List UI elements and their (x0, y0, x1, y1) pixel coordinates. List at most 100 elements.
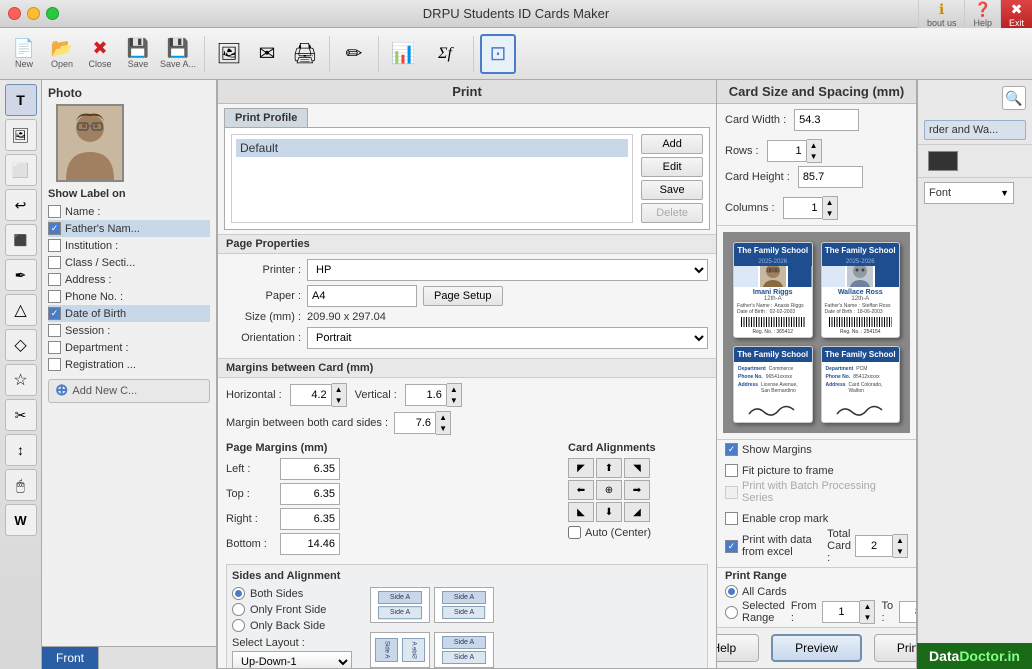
registration-checkbox[interactable] (48, 358, 61, 371)
from-down-btn[interactable]: ▼ (860, 612, 874, 623)
sidebar-word-icon[interactable]: W (5, 504, 37, 536)
color-swatch[interactable] (928, 151, 958, 171)
help-top-button[interactable]: ❓ Help (964, 0, 1000, 28)
page-setup-button[interactable]: Page Setup (423, 286, 503, 306)
selected-range-radio[interactable]: Selected Range (725, 600, 785, 624)
align-mc-btn[interactable]: ⊕ (596, 480, 622, 500)
margin-both-input[interactable] (394, 412, 436, 434)
sidebar-cursor-icon[interactable]: 🖱 (5, 469, 37, 501)
sidebar-star-icon[interactable]: ☆ (5, 364, 37, 396)
sidebar-cut-icon[interactable]: ✂ (5, 399, 37, 431)
orientation-select[interactable]: Portrait (307, 327, 708, 349)
department-checkbox[interactable] (48, 341, 61, 354)
address-checkbox[interactable] (48, 273, 61, 286)
columns-input[interactable] (783, 197, 823, 219)
card-width-input[interactable] (794, 109, 859, 131)
preview-button[interactable]: Preview (771, 634, 862, 662)
total-card-up-btn[interactable]: ▲ (893, 535, 907, 546)
total-card-input[interactable] (855, 535, 893, 557)
formula-button[interactable]: Σf (423, 34, 467, 74)
fit-picture-checkbox[interactable]: Fit picture to frame (725, 464, 834, 477)
show-margins-checkbox[interactable]: ✓ Show Margins (725, 443, 885, 456)
print-excel-checkbox[interactable]: ✓ Print with data from excel (725, 534, 819, 558)
excel-button[interactable]: 📊 (385, 34, 421, 74)
new-button[interactable]: 📄 New (6, 34, 42, 74)
print-toolbar-button[interactable]: 🖨 (287, 34, 323, 74)
save-as-button[interactable]: 💾 Save A... (158, 34, 198, 74)
exit-button[interactable]: ✖ Exit (1000, 0, 1032, 28)
enable-crop-checkbox[interactable]: Enable crop mark (725, 512, 828, 525)
align-mr-btn[interactable]: ➡ (624, 480, 650, 500)
total-card-down-btn[interactable]: ▼ (893, 546, 907, 557)
rows-input[interactable] (767, 140, 807, 162)
name-checkbox[interactable] (48, 205, 61, 218)
to-input[interactable] (899, 601, 917, 623)
align-br-btn[interactable]: ◢ (624, 502, 650, 522)
font-selector[interactable]: Font ▼ (924, 182, 1014, 204)
margin-both-up-btn[interactable]: ▲ (436, 412, 450, 423)
horizontal-input[interactable] (290, 384, 332, 406)
email-button[interactable]: ✉ (249, 34, 285, 74)
session-checkbox[interactable] (48, 324, 61, 337)
save-button[interactable]: 💾 Save (120, 34, 156, 74)
vertical-up-btn[interactable]: ▲ (447, 384, 461, 395)
back-side-radio[interactable]: Only Back Side (232, 619, 362, 632)
maximize-window-btn[interactable] (46, 7, 59, 20)
printer-select[interactable]: HP (307, 259, 708, 281)
print-profile-tab[interactable]: Print Profile (235, 112, 297, 124)
from-input[interactable] (822, 601, 860, 623)
layout-thumb-3[interactable]: Side A Side A (370, 632, 430, 668)
sidebar-select-icon[interactable]: ⬛ (5, 224, 37, 256)
open-button[interactable]: 📂 Open (44, 34, 80, 74)
sidebar-image-icon[interactable]: 🖼 (5, 119, 37, 151)
all-cards-radio[interactable]: All Cards (725, 585, 787, 598)
rows-down-btn[interactable]: ▼ (807, 151, 821, 162)
sidebar-shape-icon[interactable]: ⬜ (5, 154, 37, 186)
sidebar-undo-icon[interactable]: ↩ (5, 189, 37, 221)
fathers-name-checkbox[interactable]: ✓ (48, 222, 61, 235)
horizontal-up-btn[interactable]: ▲ (332, 384, 346, 395)
sidebar-resize-icon[interactable]: ↕ (5, 434, 37, 466)
top-margin-input[interactable] (280, 483, 340, 505)
add-profile-button[interactable]: Add (641, 134, 703, 154)
about-button[interactable]: ℹ bout us (918, 0, 965, 28)
both-sides-radio[interactable]: Both Sides (232, 587, 362, 600)
sidebar-triangle-icon[interactable]: △ (5, 294, 37, 326)
align-tl-btn[interactable]: ◤ (568, 458, 594, 478)
layout-select[interactable]: Up-Down-1 (232, 651, 352, 669)
help-button[interactable]: Help (717, 634, 759, 662)
columns-up-btn[interactable]: ▲ (823, 197, 837, 208)
rows-up-btn[interactable]: ▲ (807, 140, 821, 151)
margin-both-down-btn[interactable]: ▼ (436, 423, 450, 434)
right-margin-input[interactable] (280, 508, 340, 530)
delete-profile-button[interactable]: Delete (641, 203, 703, 223)
left-margin-input[interactable] (280, 458, 340, 480)
align-ml-btn[interactable]: ⬅ (568, 480, 594, 500)
search-icon[interactable]: 🔍 (1002, 86, 1026, 110)
close-window-btn[interactable] (8, 7, 21, 20)
vertical-down-btn[interactable]: ▼ (447, 395, 461, 406)
front-side-radio[interactable]: Only Front Side (232, 603, 362, 616)
phone-checkbox[interactable] (48, 290, 61, 303)
crop-button[interactable]: ⊡ (480, 34, 516, 74)
vertical-input[interactable] (405, 384, 447, 406)
sidebar-text-icon[interactable]: T (5, 84, 37, 116)
border-watermark-item[interactable]: rder and Wa... (924, 120, 1026, 140)
print-batch-checkbox[interactable]: Print with Batch Processing Series (725, 480, 908, 504)
from-up-btn[interactable]: ▲ (860, 601, 874, 612)
paper-input[interactable] (307, 285, 417, 307)
card-height-input[interactable] (798, 166, 863, 188)
front-tab[interactable]: Front (42, 647, 99, 669)
sidebar-pen-icon[interactable]: ✒ (5, 259, 37, 291)
save-profile-button[interactable]: Save (641, 180, 703, 200)
layout-thumb-2[interactable]: Side A Side A (434, 587, 494, 623)
layout-thumb-4[interactable]: Side A Side A (434, 632, 494, 668)
class-checkbox[interactable] (48, 256, 61, 269)
align-bc-btn[interactable]: ⬇ (596, 502, 622, 522)
align-tc-btn[interactable]: ⬆ (596, 458, 622, 478)
align-tr-btn[interactable]: ◥ (624, 458, 650, 478)
print-button[interactable]: Print (874, 634, 917, 662)
bottom-margin-input[interactable] (280, 533, 340, 555)
columns-down-btn[interactable]: ▼ (823, 208, 837, 219)
close-doc-button[interactable]: ✖ Close (82, 34, 118, 74)
